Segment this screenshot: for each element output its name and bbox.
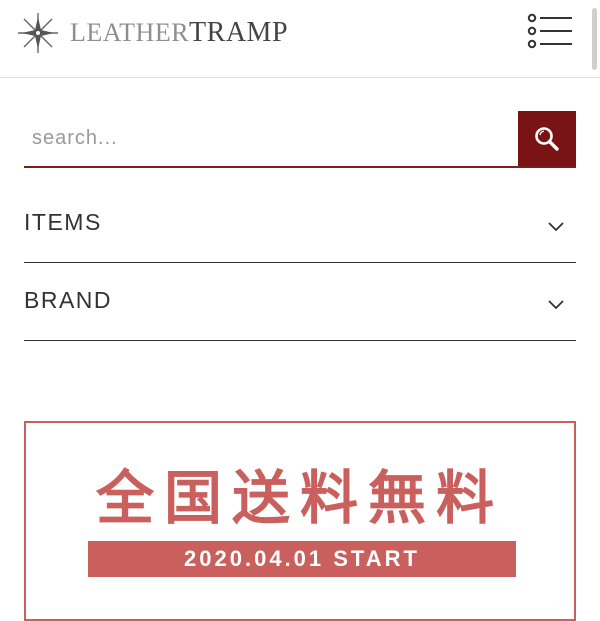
chevron-down-icon	[548, 222, 564, 232]
search-bar	[24, 111, 576, 168]
chevron-down-icon	[548, 300, 564, 310]
list-menu-icon	[527, 13, 572, 49]
site-header: LEATHERTRAMP	[0, 0, 600, 78]
banner-start-date: 2020.04.01 START	[88, 541, 516, 577]
search-input[interactable]	[24, 111, 518, 166]
accordion-brand[interactable]: BRAND	[24, 263, 576, 341]
page-scrollbar[interactable]	[592, 8, 597, 70]
accordion-brand-label: BRAND	[24, 287, 113, 313]
compass-star-logo-icon	[18, 13, 58, 53]
banner-title: 全国送料無料	[95, 464, 504, 532]
search-icon	[535, 126, 559, 151]
free-shipping-banner[interactable]: 全国送料無料 2020.04.01 START	[24, 421, 576, 621]
logo-wordmark: LEATHERTRAMP	[70, 17, 289, 48]
accordion-items-label: ITEMS	[24, 209, 102, 235]
site-logo[interactable]: LEATHERTRAMP	[16, 10, 288, 56]
menu-button[interactable]	[526, 12, 576, 52]
accordion-items[interactable]: ITEMS	[24, 185, 576, 263]
search-button[interactable]	[518, 111, 576, 166]
